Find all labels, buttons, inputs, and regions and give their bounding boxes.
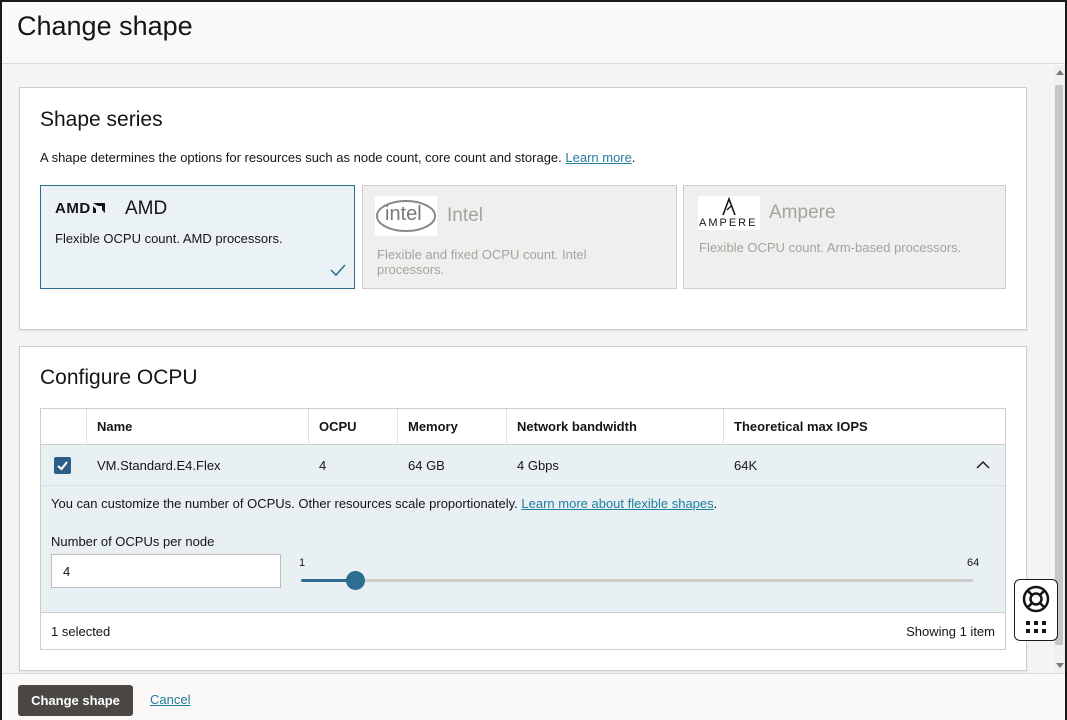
shape-card-ampere: AMPERE Ampere Flexible OCPU count. Arm-b… bbox=[683, 185, 1006, 289]
dialog-footer: Change shape Cancel bbox=[2, 673, 1065, 720]
scroll-down-arrow-icon[interactable] bbox=[1056, 663, 1064, 668]
card-name-intel: Intel bbox=[447, 205, 483, 226]
table-footer: 1 selected Showing 1 item bbox=[41, 614, 1005, 649]
ocpu-field-label: Number of OCPUs per node bbox=[51, 534, 215, 549]
checkbox-check-icon bbox=[57, 461, 68, 471]
shape-series-panel: Shape series A shape determines the opti… bbox=[19, 87, 1027, 330]
customize-message-period: . bbox=[713, 496, 718, 511]
table-header-row: Name OCPU Memory Network bandwidth Theor… bbox=[41, 409, 1005, 445]
column-header-memory[interactable]: Memory bbox=[398, 409, 507, 445]
card-description-intel: Flexible and fixed OCPU count. Intel pro… bbox=[377, 247, 587, 277]
slider-min-label: 1 bbox=[299, 557, 306, 569]
chevron-up-icon[interactable] bbox=[976, 460, 990, 470]
learn-more-link[interactable]: Learn more bbox=[565, 150, 631, 165]
cancel-link[interactable]: Cancel bbox=[150, 692, 190, 707]
shape-series-heading: Shape series bbox=[40, 108, 163, 131]
shape-card-intel: intel Intel Flexible and fixed OCPU coun… bbox=[362, 185, 677, 289]
shape-series-description: A shape determines the options for resou… bbox=[40, 150, 636, 165]
intel-logo-icon: intel bbox=[375, 196, 437, 236]
dialog-header: Change shape bbox=[2, 2, 1065, 64]
customize-message-text: You can customize the number of OCPUs. O… bbox=[51, 496, 518, 511]
column-header-name[interactable]: Name bbox=[87, 409, 309, 445]
column-header-network[interactable]: Network bandwidth bbox=[507, 409, 724, 445]
ampere-logo-text: AMPERE bbox=[699, 217, 758, 229]
showing-count: Showing 1 item bbox=[906, 624, 995, 639]
amd-logo-icon: AMD bbox=[55, 200, 106, 217]
dialog-content[interactable]: Shape series A shape determines the opti… bbox=[2, 65, 1052, 673]
cell-name: VM.Standard.E4.Flex bbox=[97, 458, 221, 473]
cell-memory: 64 GB bbox=[408, 458, 445, 473]
ocpu-count-input[interactable] bbox=[51, 554, 281, 588]
row-checkbox[interactable] bbox=[54, 457, 71, 474]
grid-dots-icon[interactable] bbox=[1025, 620, 1047, 634]
card-name-ampere: Ampere bbox=[769, 202, 836, 223]
description-text: A shape determines the options for resou… bbox=[40, 150, 562, 165]
column-header-ocpu[interactable]: OCPU bbox=[309, 409, 398, 445]
table-row[interactable]: VM.Standard.E4.Flex 4 64 GB 4 Gbps 64K bbox=[41, 445, 1005, 486]
shape-table: Name OCPU Memory Network bandwidth Theor… bbox=[40, 408, 1006, 650]
flexible-shapes-link[interactable]: Learn more about flexible shapes bbox=[521, 496, 713, 511]
cell-iops: 64K bbox=[734, 458, 758, 473]
selected-count: 1 selected bbox=[51, 624, 111, 639]
card-description-amd: Flexible OCPU count. AMD processors. bbox=[55, 231, 283, 246]
scrollbar-thumb[interactable] bbox=[1055, 85, 1063, 645]
ampere-logo-icon: AMPERE bbox=[698, 196, 760, 230]
card-description-ampere: Flexible OCPU count. Arm-based processor… bbox=[699, 240, 962, 255]
column-header-iops[interactable]: Theoretical max IOPS bbox=[724, 409, 1005, 445]
scroll-up-arrow-icon[interactable] bbox=[1056, 70, 1064, 75]
shape-card-amd[interactable]: AMD AMD Flexible OCPU count. AMD process… bbox=[40, 185, 355, 289]
header-select-cell bbox=[41, 409, 87, 445]
ocpu-slider-thumb[interactable] bbox=[346, 571, 365, 590]
amd-logo-text: AMD bbox=[55, 200, 91, 217]
card-name-amd: AMD bbox=[125, 198, 168, 219]
configure-ocpu-panel: Configure OCPU Name OCPU Memory Network … bbox=[19, 346, 1027, 671]
cell-ocpu: 4 bbox=[319, 458, 327, 473]
help-widget[interactable] bbox=[1014, 579, 1058, 641]
lifebuoy-icon[interactable] bbox=[1021, 584, 1051, 614]
customize-message: You can customize the number of OCPUs. O… bbox=[51, 496, 717, 511]
checkmark-icon bbox=[330, 264, 346, 277]
intel-logo-text: intel bbox=[385, 203, 422, 225]
change-shape-button[interactable]: Change shape bbox=[18, 685, 133, 716]
cell-network: 4 Gbps bbox=[517, 458, 559, 473]
slider-max-label: 64 bbox=[967, 557, 980, 569]
page-title: Change shape bbox=[17, 11, 193, 41]
configure-ocpu-heading: Configure OCPU bbox=[40, 366, 198, 389]
description-period: . bbox=[631, 150, 636, 165]
row-detail-panel: You can customize the number of OCPUs. O… bbox=[41, 486, 1005, 613]
ocpu-slider-track[interactable] bbox=[301, 571, 973, 590]
dialog-frame: Change shape Shape series A shape determ… bbox=[0, 0, 1067, 720]
